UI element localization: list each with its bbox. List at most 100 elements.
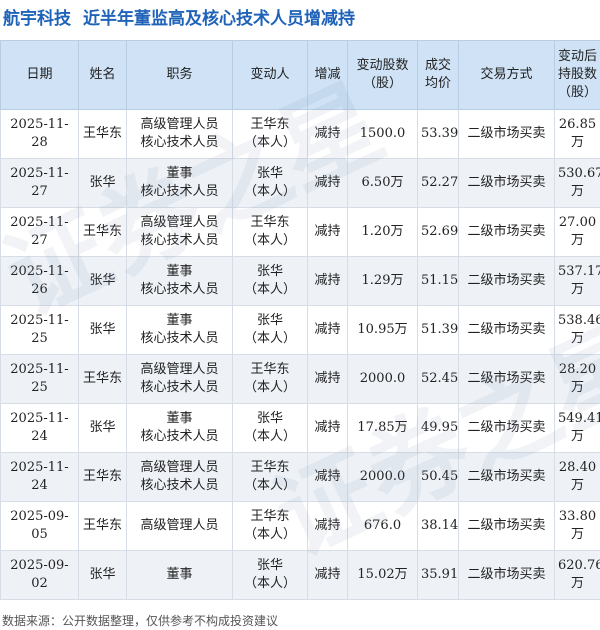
- table-row: 2025-11-26 张华 董事 核心技术人员 张华 （本人） 减持 1.29万 51.15 二级…: [0, 256, 600, 306]
- cell-position: 董事 核心技术人员: [126, 158, 233, 208]
- table-header-row: 日期 姓名 职务 变动人 增减 变动股数 （股） 成交 均价 交易方式 变动后 持股数…: [0, 40, 600, 110]
- cell-method: 二级市场买卖: [458, 256, 555, 306]
- cell-position: 高级管理人员 核心技术人员: [126, 109, 233, 159]
- cell-position-line1: 高级管理人员: [140, 362, 219, 377]
- cell-changer-line1: 王华东: [250, 117, 290, 132]
- header-avg-price: 成交 均价: [417, 40, 459, 110]
- cell-position-line1: 董事: [166, 411, 193, 426]
- cell-direction: 减持: [307, 305, 348, 355]
- cell-position: 董事 核心技术人员: [126, 403, 233, 453]
- cell-direction: 减持: [307, 354, 348, 404]
- cell-position: 高级管理人员 核心技术人员: [126, 207, 233, 257]
- cell-change-shares: 676.0: [347, 501, 418, 551]
- cell-avg-price: 51.39: [417, 305, 459, 355]
- cell-date: 2025-11-24: [0, 403, 79, 453]
- cell-direction: 减持: [307, 501, 348, 551]
- page-title: 近半年董监高及核心技术人员增减持: [83, 8, 355, 29]
- cell-changer: 王华东 （本人）: [232, 207, 308, 257]
- cell-name: 王华东: [78, 207, 127, 257]
- cell-changer: 王华东 （本人）: [232, 354, 308, 404]
- header-price-line1: 成交: [424, 58, 451, 73]
- cell-name: 张华: [78, 256, 127, 306]
- cell-method: 二级市场买卖: [458, 354, 555, 404]
- cell-changer-line2: （本人）: [243, 429, 296, 444]
- cell-changer-line1: 王华东: [250, 460, 290, 475]
- cell-date: 2025-11-27: [0, 207, 79, 257]
- cell-changer-line2: （本人）: [243, 331, 296, 346]
- header-date: 日期: [0, 40, 79, 110]
- cell-name: 张华: [78, 305, 127, 355]
- header-changer: 变动人: [232, 40, 308, 110]
- cell-change-shares: 17.85万: [347, 403, 418, 453]
- cell-position-line1: 高级管理人员: [140, 518, 219, 533]
- cell-after-shares: 538.46万: [554, 305, 600, 355]
- table-row: 2025-11-24 张华 董事 核心技术人员 张华 （本人） 减持 17.85万 49.95 二…: [0, 403, 600, 453]
- cell-after-shares: 549.41万: [554, 403, 600, 453]
- table-row: 2025-11-25 张华 董事 核心技术人员 张华 （本人） 减持 10.95万 51.39 二…: [0, 305, 600, 355]
- cell-changer-line1: 张华: [256, 313, 283, 328]
- cell-position: 高级管理人员: [126, 501, 233, 551]
- cell-position-line2: 核心技术人员: [140, 184, 219, 199]
- cell-direction: 减持: [307, 109, 348, 159]
- cell-changer: 王华东 （本人）: [232, 501, 308, 551]
- table-row: 2025-11-27 张华 董事 核心技术人员 张华 （本人） 减持 6.50万 52.27 二级…: [0, 158, 600, 208]
- cell-avg-price: 49.95: [417, 403, 459, 453]
- cell-position-line1: 董事: [166, 313, 193, 328]
- cell-change-shares: 1.20万: [347, 207, 418, 257]
- cell-direction: 减持: [307, 207, 348, 257]
- cell-method: 二级市场买卖: [458, 109, 555, 159]
- table-body: 2025-11-28 王华东 高级管理人员 核心技术人员 王华东 （本人） 减持 1500.0…: [0, 109, 600, 600]
- cell-date: 2025-11-25: [0, 354, 79, 404]
- cell-name: 王华东: [78, 501, 127, 551]
- cell-direction: 减持: [307, 403, 348, 453]
- cell-date: 2025-11-28: [0, 109, 79, 159]
- cell-position: 董事 核心技术人员: [126, 256, 233, 306]
- cell-position: 高级管理人员 核心技术人员: [126, 452, 233, 502]
- cell-method: 二级市场买卖: [458, 501, 555, 551]
- cell-direction: 减持: [307, 550, 348, 600]
- data-source-note: 数据来源：公开数据整理，仅供参考不构成投资建议: [2, 614, 279, 628]
- cell-changer: 张华 （本人）: [232, 256, 308, 306]
- cell-after-shares: 28.20万: [554, 354, 600, 404]
- cell-position-line2: 核心技术人员: [140, 478, 219, 493]
- cell-date: 2025-11-24: [0, 452, 79, 502]
- cell-after-shares: 537.17万: [554, 256, 600, 306]
- cell-position-line1: 高级管理人员: [140, 460, 219, 475]
- cell-position-line1: 高级管理人员: [140, 117, 219, 132]
- cell-name: 张华: [78, 403, 127, 453]
- cell-date: 2025-11-25: [0, 305, 79, 355]
- cell-avg-price: 52.27: [417, 158, 459, 208]
- cell-change-shares: 10.95万: [347, 305, 418, 355]
- cell-direction: 减持: [307, 452, 348, 502]
- cell-avg-price: 50.45: [417, 452, 459, 502]
- cell-position: 高级管理人员 核心技术人员: [126, 354, 233, 404]
- cell-changer-line2: （本人）: [243, 527, 296, 542]
- cell-method: 二级市场买卖: [458, 305, 555, 355]
- cell-change-shares: 1500.0: [347, 109, 418, 159]
- cell-after-shares: 27.00万: [554, 207, 600, 257]
- cell-after-shares: 26.85万: [554, 109, 600, 159]
- cell-direction: 减持: [307, 158, 348, 208]
- cell-changer: 王华东 （本人）: [232, 452, 308, 502]
- cell-direction: 减持: [307, 256, 348, 306]
- table-row: 2025-11-27 王华东 高级管理人员 核心技术人员 王华东 （本人） 减持 1.20万 5…: [0, 207, 600, 257]
- cell-changer-line1: 张华: [256, 264, 283, 279]
- cell-avg-price: 52.69: [417, 207, 459, 257]
- header-direction: 增减: [307, 40, 348, 110]
- cell-position-line2: 核心技术人员: [140, 429, 219, 444]
- cell-changer: 张华 （本人）: [232, 305, 308, 355]
- header-after-line1: 变动后: [557, 49, 597, 64]
- cell-position: 董事 核心技术人员: [126, 305, 233, 355]
- cell-avg-price: 51.15: [417, 256, 459, 306]
- cell-after-shares: 620.76万: [554, 550, 600, 600]
- cell-change-shares: 2000.0: [347, 354, 418, 404]
- header-name: 姓名: [78, 40, 127, 110]
- cell-avg-price: 52.45: [417, 354, 459, 404]
- cell-position-line2: 核心技术人员: [140, 380, 219, 395]
- header-after-line2: 持股数: [557, 67, 597, 82]
- header-method: 交易方式: [458, 40, 555, 110]
- cell-date: 2025-09-02: [0, 550, 79, 600]
- cell-date: 2025-09-05: [0, 501, 79, 551]
- cell-position-line2: 核心技术人员: [140, 135, 219, 150]
- cell-changer-line2: （本人）: [243, 478, 296, 493]
